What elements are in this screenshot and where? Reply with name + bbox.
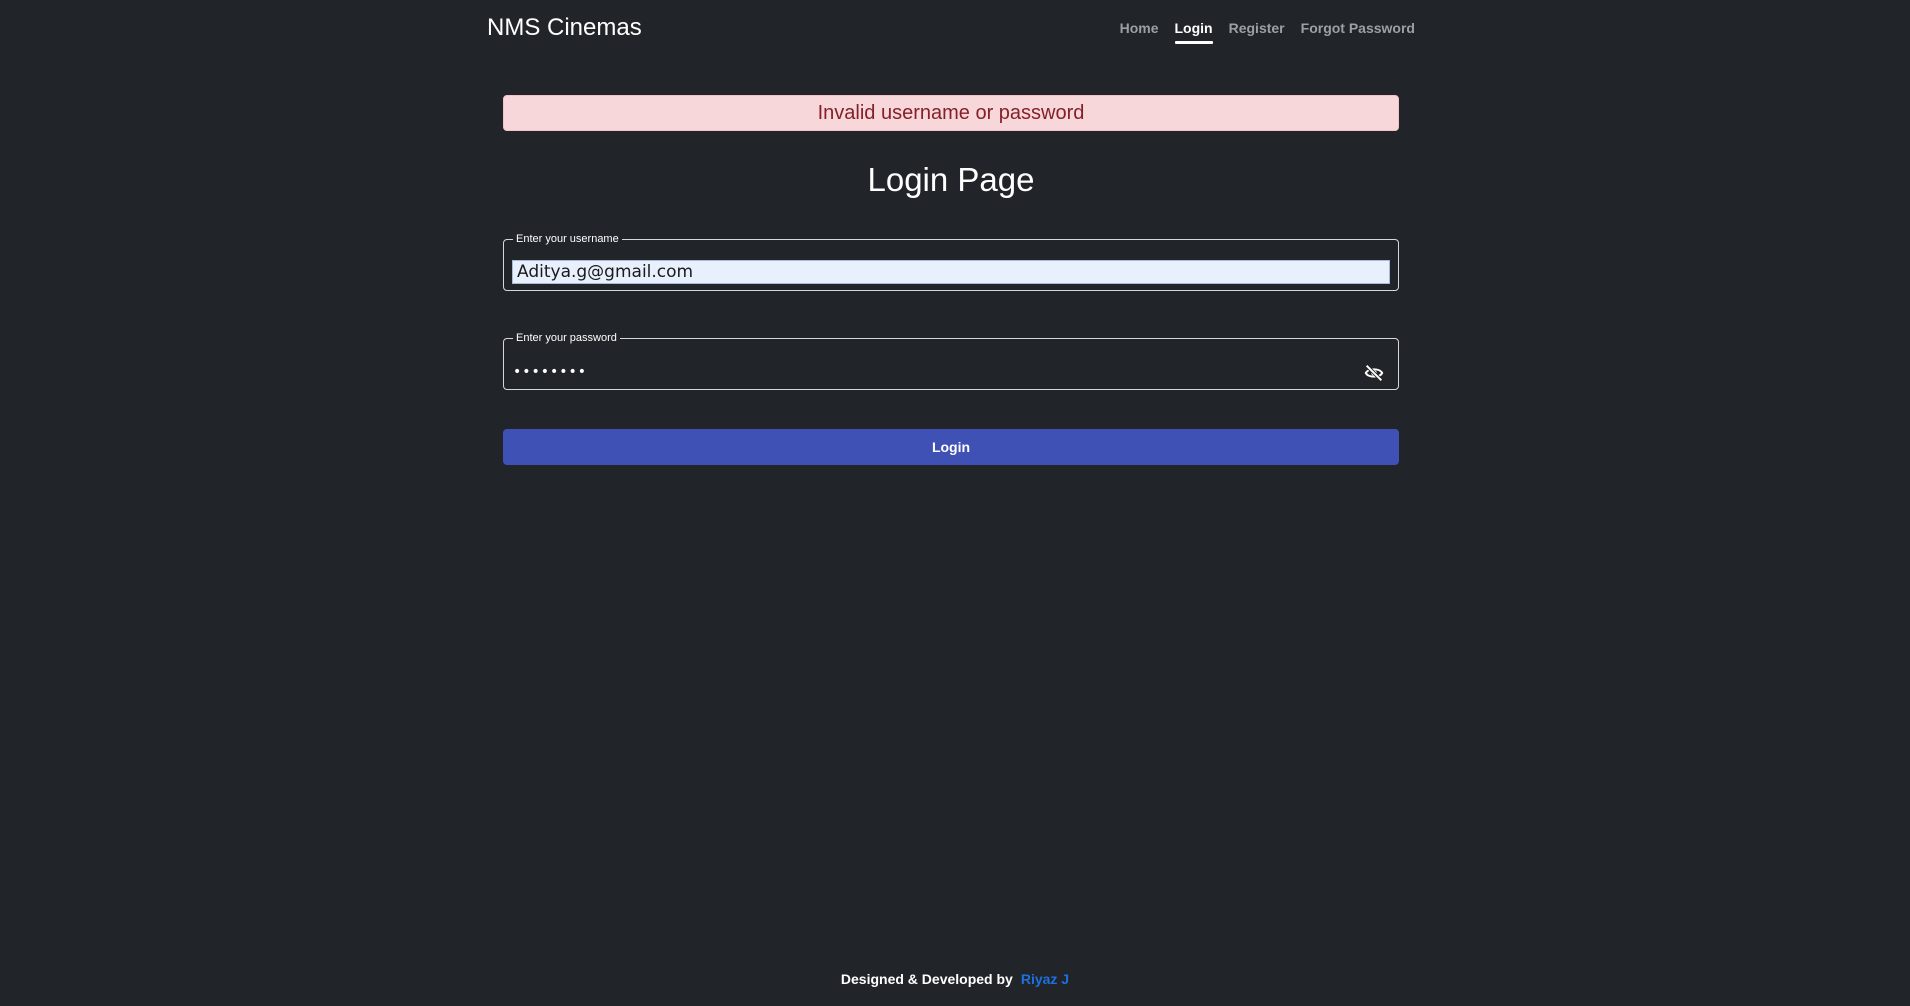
username-legend: Enter your username (516, 233, 619, 245)
nav-register[interactable]: Register (1229, 14, 1285, 42)
username-field: Enter your username (503, 233, 1399, 291)
error-alert: Invalid username or password (503, 95, 1399, 131)
login-button[interactable]: Login (503, 429, 1399, 465)
navbar: NMS Cinemas Home Login Register Forgot P… (487, 0, 1415, 58)
page-title: Login Page (867, 161, 1035, 198)
author-link[interactable]: Riyaz J (1021, 971, 1069, 987)
nav-login[interactable]: Login (1174, 14, 1213, 44)
password-input[interactable] (513, 361, 1354, 383)
login-section: Invalid username or password Login Page … (503, 95, 1399, 465)
username-input[interactable] (512, 260, 1390, 284)
footer: Designed & Developed by Riyaz J (0, 971, 1910, 987)
eye-off-icon[interactable] (1362, 362, 1386, 384)
error-alert-message: Invalid username or password (817, 101, 1085, 124)
nav-links: Home Login Register Forgot Password (1120, 14, 1415, 44)
brand-title[interactable]: NMS Cinemas (487, 14, 642, 42)
nav-home[interactable]: Home (1120, 14, 1159, 42)
page: NMS Cinemas Home Login Register Forgot P… (0, 0, 1910, 1006)
password-legend: Enter your password (516, 332, 617, 344)
nav-forgot-password[interactable]: Forgot Password (1301, 14, 1415, 42)
password-field: Enter your password (503, 332, 1399, 390)
footer-text: Designed & Developed by (840, 971, 1013, 987)
